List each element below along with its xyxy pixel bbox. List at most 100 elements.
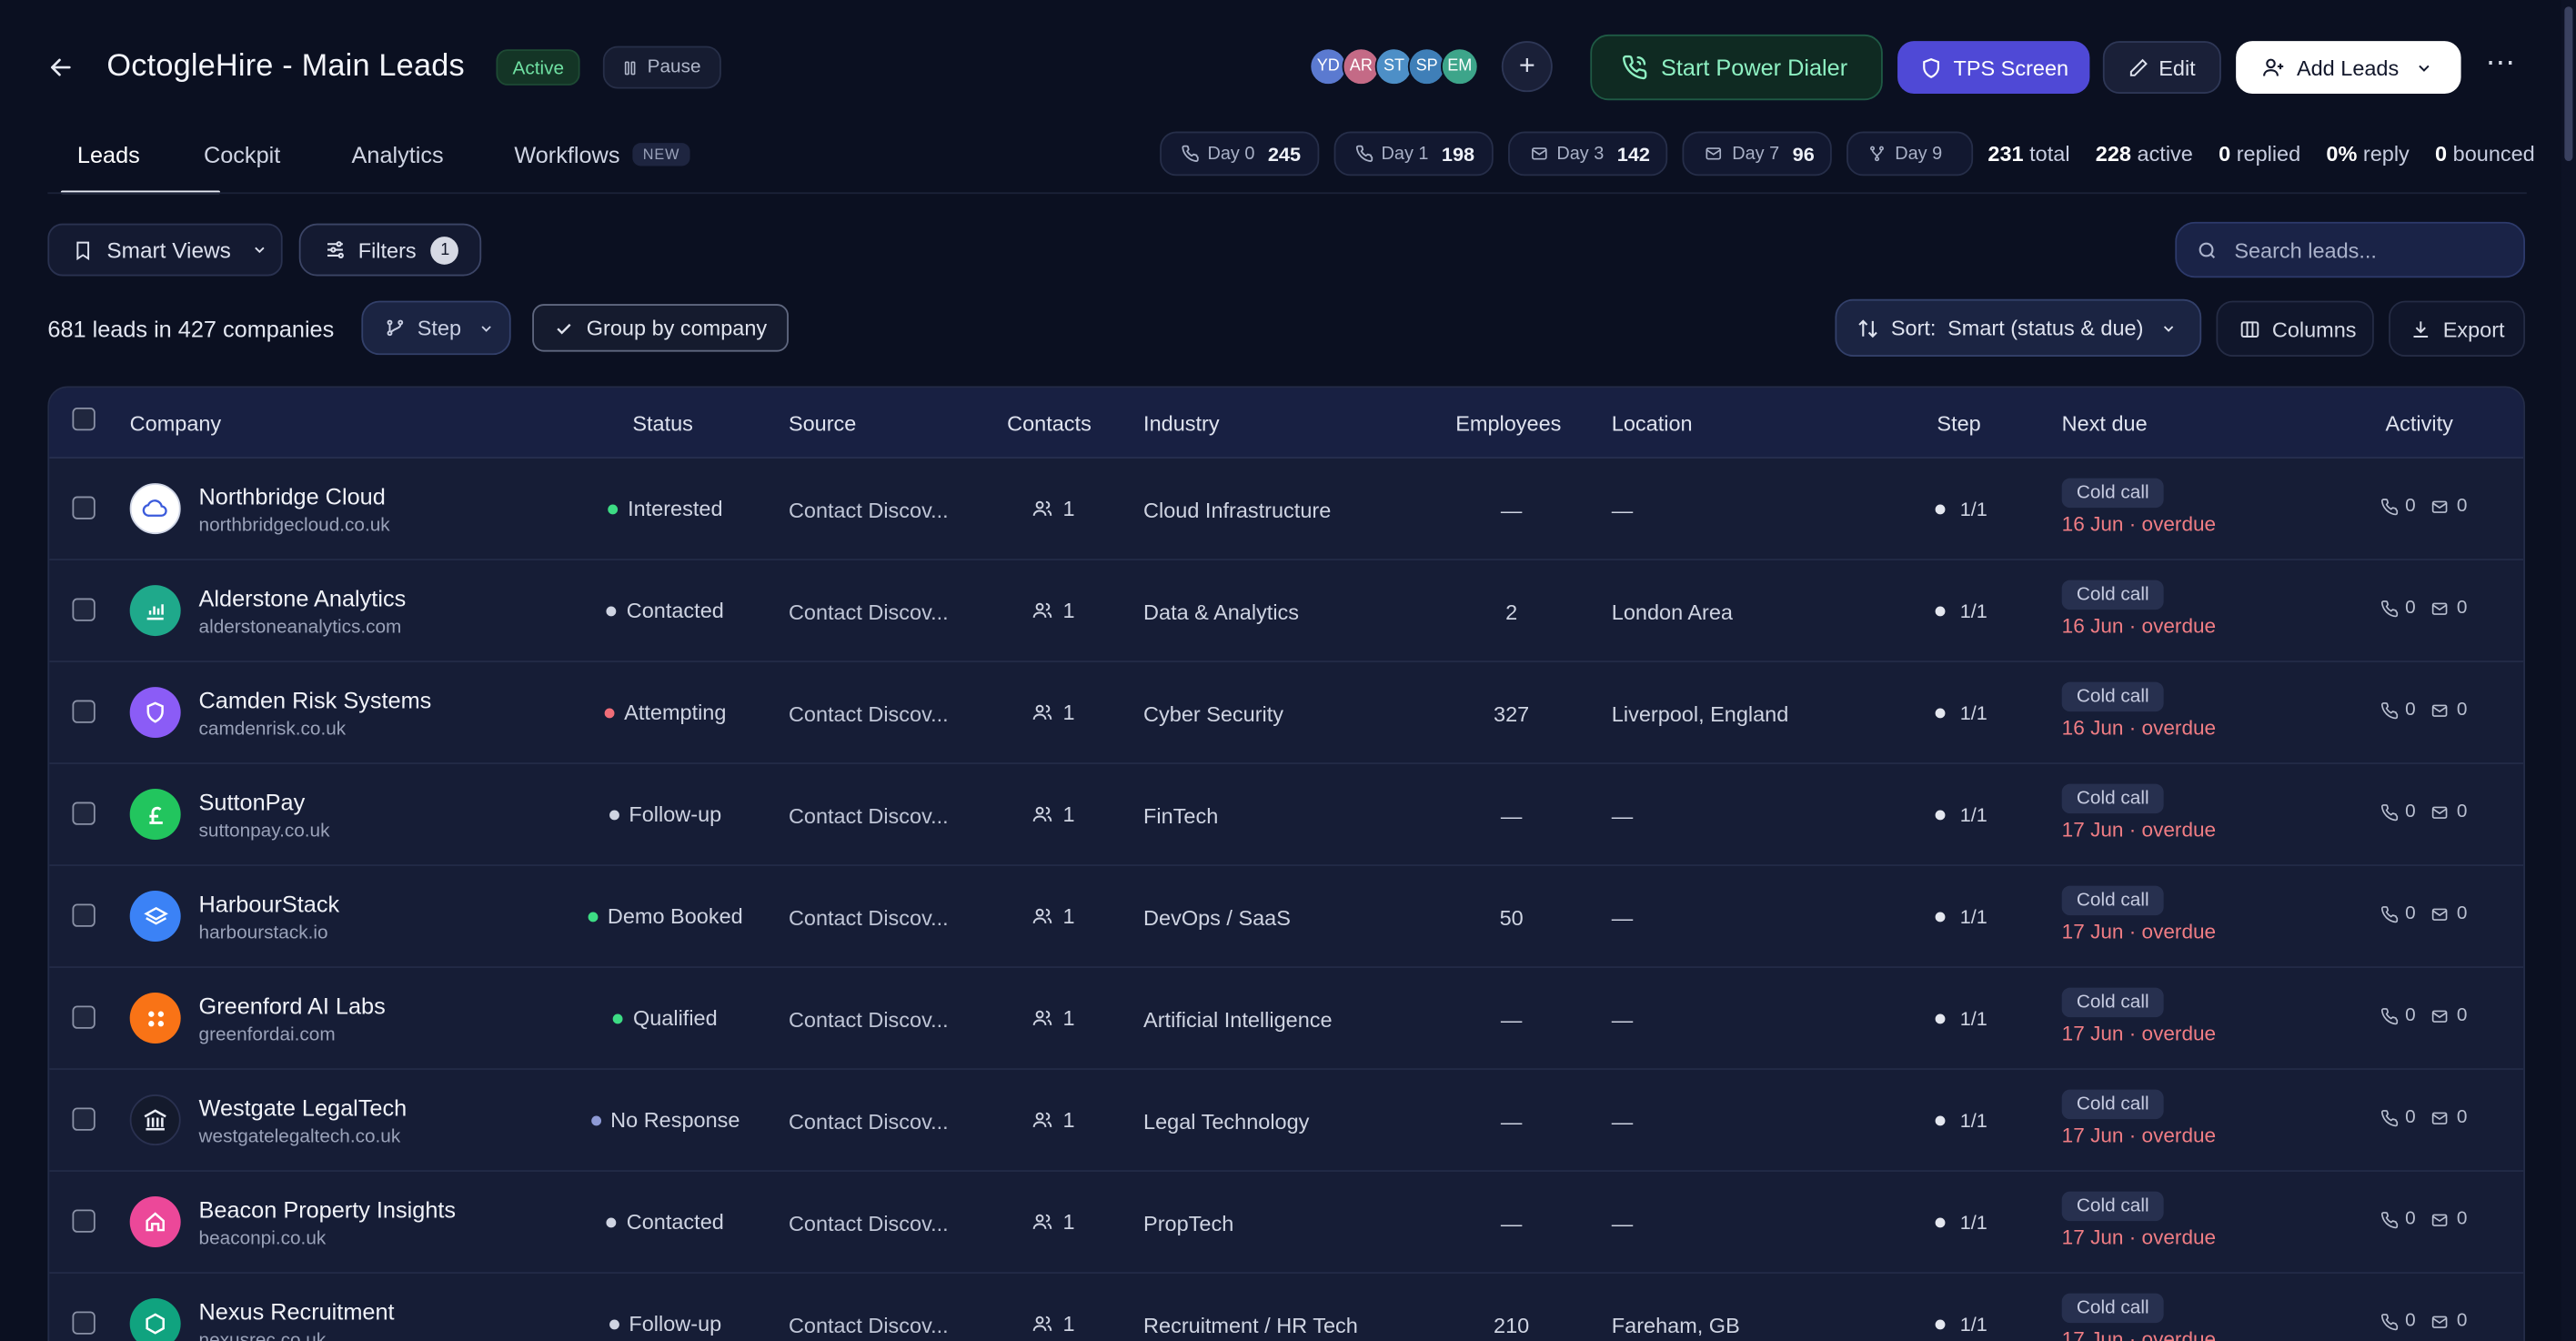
activity-cell: 00 [2380, 700, 2468, 721]
day-chip[interactable]: Day 0 245 [1160, 131, 1319, 176]
group-by-company-toggle[interactable]: Group by company [532, 304, 789, 352]
search-input[interactable]: Search leads... [2175, 221, 2526, 278]
row-checkbox[interactable] [72, 1107, 96, 1131]
company-domain: alderstoneanalytics.com [198, 618, 402, 638]
row-checkbox[interactable] [72, 700, 96, 723]
stat-replied-label: replied [2236, 141, 2301, 166]
company-name[interactable]: Northbridge Cloud [199, 483, 386, 509]
phone-icon [2380, 1109, 2399, 1126]
day-chip[interactable]: Day 1 198 [1333, 131, 1493, 176]
step-filter-button[interactable]: Step [361, 300, 511, 356]
tab-analytics[interactable]: Analytics [352, 141, 515, 190]
company-name[interactable]: Alderstone Analytics [199, 585, 407, 611]
smart-views-button[interactable]: Smart Views [47, 223, 283, 277]
step-cell: 1/1 [1935, 600, 1987, 623]
day-chip[interactable]: Day 7 96 [1683, 131, 1833, 176]
row-checkbox[interactable] [72, 496, 96, 519]
mail-count: 0 [2456, 1107, 2468, 1128]
step-cell: 1/1 [1935, 905, 1987, 929]
export-button[interactable]: Export [2389, 300, 2526, 357]
row-checkbox[interactable] [72, 598, 96, 621]
row-checkbox[interactable] [72, 1005, 96, 1029]
source-cell: Contact Discov... [788, 1007, 949, 1033]
row-checkbox[interactable] [72, 1311, 96, 1335]
table-row[interactable]: Westgate LegalTech westgatelegaltech.co.u… [49, 1070, 2524, 1172]
company-name[interactable]: Camden Risk Systems [199, 687, 432, 713]
status-label: No Response [610, 1107, 740, 1133]
users-icon [1032, 704, 1052, 720]
shield-icon [143, 701, 167, 725]
sort-button[interactable]: Sort: Smart (status & due) [1835, 298, 2202, 357]
mail-count: 0 [2456, 700, 2468, 721]
column-header-company[interactable]: Company [130, 411, 221, 436]
row-checkbox[interactable] [72, 1209, 96, 1233]
company-name[interactable]: Westgate LegalTech [199, 1094, 408, 1121]
column-header-status[interactable]: Status [632, 411, 693, 436]
user-plus-icon [2263, 58, 2284, 76]
power-dialer-label: Start Power Dialer [1660, 54, 1848, 81]
bar-chart-icon [143, 599, 167, 623]
smart-views-label: Smart Views [106, 237, 231, 263]
edit-button[interactable]: Edit [2102, 41, 2221, 94]
filter-count-badge: 1 [430, 236, 459, 264]
avatar[interactable]: EM [1440, 47, 1479, 86]
search-icon [2199, 241, 2216, 258]
table-row[interactable]: Northbridge Cloud northbridgecloud.co.uk I… [49, 459, 2524, 560]
back-arrow-icon[interactable] [46, 53, 76, 83]
industry-cell: Legal Technology [1143, 1109, 1310, 1134]
company-name[interactable]: Beacon Property Insights [199, 1196, 457, 1223]
mail-count: 0 [2456, 903, 2468, 924]
tab-cockpit[interactable]: Cockpit [204, 141, 352, 190]
tab-leads[interactable]: Leads [60, 141, 221, 195]
mail-count: 0 [2456, 1209, 2468, 1230]
start-power-dialer-button[interactable]: Start Power Dialer [1590, 34, 1883, 101]
columns-button[interactable]: Columns [2216, 300, 2374, 357]
filters-button[interactable]: Filters 1 [298, 223, 482, 277]
table-row[interactable]: SuttonPay suttonpay.co.uk Follow-up Contact… [49, 764, 2524, 866]
company-name[interactable]: HarbourStack [199, 891, 340, 917]
pause-button[interactable]: Pause [602, 45, 721, 89]
table-row[interactable]: Alderstone Analytics alderstoneanalytics.… [49, 560, 2524, 662]
day-chip[interactable]: Day 9 [1846, 131, 1974, 176]
table-row[interactable]: Greenford AI Labs greenfordai.com Qualifie… [49, 968, 2524, 1070]
column-header-source[interactable]: Source [789, 411, 856, 436]
row-checkbox[interactable] [72, 903, 96, 927]
company-name[interactable]: Greenford AI Labs [199, 993, 386, 1019]
column-header-activity[interactable]: Activity [2385, 411, 2452, 436]
table-row[interactable]: Nexus Recruitment nexusrec.co.uk Follow-up… [49, 1274, 2523, 1341]
table-row[interactable]: Beacon Property Insights beaconpi.co.uk Co… [49, 1172, 2524, 1274]
source-cell: Contact Discov... [788, 803, 949, 829]
add-leads-button[interactable]: Add Leads [2236, 41, 2461, 94]
status-cell: Qualified [575, 1005, 756, 1031]
columns-label: Columns [2271, 316, 2357, 341]
step-dot [1935, 1115, 1946, 1126]
next-due-date: 17 Jun · overdue [2061, 920, 2217, 943]
column-header-next-due[interactable]: Next due [2062, 411, 2148, 436]
tps-screen-button[interactable]: TPS Screen [1897, 41, 2090, 94]
bookmark-icon [76, 240, 90, 260]
company-name[interactable]: SuttonPay [199, 789, 306, 815]
scrollbar-thumb[interactable] [2564, 6, 2573, 162]
status-dot [609, 1318, 619, 1329]
column-header-step[interactable]: Step [1937, 411, 1980, 436]
scrollbar-track[interactable] [2561, 0, 2576, 1341]
day-label: Day 0 [1207, 144, 1255, 164]
column-header-industry[interactable]: Industry [1143, 411, 1220, 436]
column-header-contacts[interactable]: Contacts [1007, 411, 1092, 436]
table-row[interactable]: Camden Risk Systems camdenrisk.co.uk Attem… [49, 662, 2524, 764]
add-member-button[interactable]: + [1501, 41, 1553, 93]
column-header-employees[interactable]: Employees [1455, 411, 1561, 436]
call-count: 0 [2405, 1005, 2416, 1026]
status-dot [590, 1114, 601, 1125]
select-all-checkbox[interactable] [72, 407, 96, 431]
row-checkbox[interactable] [72, 802, 96, 825]
step-cell: 1/1 [1935, 1109, 1987, 1133]
column-header-location[interactable]: Location [1612, 411, 1693, 436]
table-row[interactable]: HarbourStack harbourstack.io Demo Booked Co… [49, 866, 2524, 968]
call-count: 0 [2405, 1209, 2416, 1230]
day-chip[interactable]: Day 3 142 [1507, 131, 1668, 176]
company-logo [129, 585, 181, 637]
more-options-button[interactable]: ⋯ [2479, 47, 2521, 86]
tab-workflows[interactable]: Workflows NEW [514, 141, 744, 190]
company-name[interactable]: Nexus Recruitment [199, 1298, 395, 1325]
